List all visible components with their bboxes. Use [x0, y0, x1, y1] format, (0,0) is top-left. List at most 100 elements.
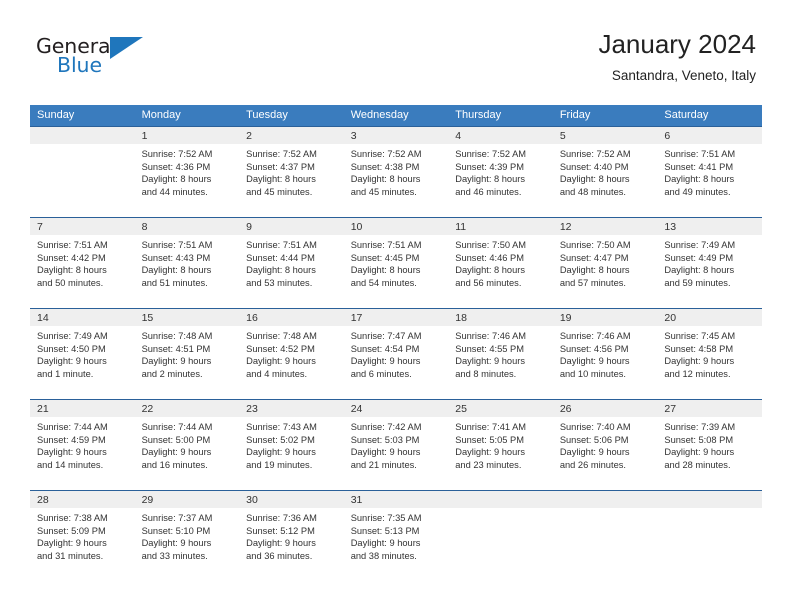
day-detail-line: Sunrise: 7:51 AM [664, 149, 736, 159]
calendar-day-cell[interactable]: 31 Sunrise: 7:35 AM Sunset: 5:13 PM Dayligh… [343, 490, 449, 581]
calendar-day-cell[interactable]: 16 Sunrise: 7:48 AM Sunset: 4:52 PM Dayligh… [239, 308, 344, 400]
day-detail-line: Daylight: 9 hours [246, 538, 316, 549]
page-title: January 2024 [598, 29, 756, 59]
day-detail-line: and 4 minutes. [246, 368, 308, 379]
day-details: Sunrise: 7:47 AM Sunset: 4:54 PM Daylight:… [344, 326, 449, 380]
day-detail-line: Daylight: 8 hours [559, 265, 630, 276]
day-details: Sunrise: 7:41 AM Sunset: 5:05 PM Daylight:… [448, 417, 553, 471]
calendar-day-cell[interactable]: 15 Sunrise: 7:48 AM Sunset: 4:51 PM Dayligh… [134, 308, 240, 400]
day-details: Sunrise: 7:50 AM Sunset: 4:47 PM Daylight:… [553, 235, 658, 289]
day-details [30, 144, 135, 148]
calendar-day-cell[interactable]: 28 Sunrise: 7:38 AM Sunset: 5:09 PM Dayligh… [30, 490, 135, 581]
page-header: General Blue January 2024 Santandra, Ven… [0, 0, 792, 100]
calendar-day-cell[interactable]: 7 Sunrise: 7:51 AM Sunset: 4:42 PM Daylight… [30, 217, 135, 309]
day-details: Sunrise: 7:51 AM Sunset: 4:44 PM Daylight:… [239, 235, 344, 289]
calendar-day-cell[interactable]: 21 Sunrise: 7:44 AM Sunset: 4:59 PM Dayligh… [30, 399, 135, 491]
day-detail-line: Daylight: 9 hours [246, 447, 316, 458]
calendar-body: 1 Sunrise: 7:52 AM Sunset: 4:36 PM Daylight… [30, 126, 762, 581]
calendar-grid: Sunday Monday Tuesday Wednesday Thursday… [30, 105, 762, 581]
day-detail-line: Daylight: 9 hours [37, 538, 107, 549]
calendar-day-cell[interactable]: 24 Sunrise: 7:42 AM Sunset: 5:03 PM Dayligh… [343, 399, 449, 491]
calendar-day-cell[interactable]: 17 Sunrise: 7:47 AM Sunset: 4:54 PM Dayligh… [343, 308, 449, 400]
day-detail-line: Sunset: 4:44 PM [246, 252, 315, 263]
day-number: 14 [30, 309, 135, 326]
day-number: 15 [134, 309, 240, 326]
day-number: 12 [552, 218, 658, 235]
day-number: 22 [134, 400, 240, 417]
day-details: Sunrise: 7:45 AM Sunset: 4:58 PM Daylight:… [657, 326, 762, 380]
day-detail-line: Daylight: 8 hours [455, 174, 526, 185]
day-detail-line: and 12 minutes. [664, 368, 731, 379]
day-detail-line: and 49 minutes. [664, 186, 731, 197]
calendar-day-cell[interactable]: 19 Sunrise: 7:46 AM Sunset: 4:56 PM Dayligh… [552, 308, 658, 400]
weekday-header-sunday: Sunday [30, 105, 135, 127]
day-detail-line: Daylight: 9 hours [37, 447, 107, 458]
calendar-week-row: 14 Sunrise: 7:49 AM Sunset: 4:50 PM Dayligh… [30, 308, 762, 400]
calendar-day-cell[interactable]: 25 Sunrise: 7:41 AM Sunset: 5:05 PM Dayligh… [448, 399, 553, 491]
day-number: 21 [30, 400, 135, 417]
day-detail-line: Sunset: 4:56 PM [559, 343, 629, 354]
day-detail-line: Daylight: 8 hours [664, 174, 735, 185]
day-number: 17 [343, 309, 449, 326]
calendar-day-cell[interactable]: 12 Sunrise: 7:50 AM Sunset: 4:47 PM Dayligh… [552, 217, 658, 309]
calendar-day-cell[interactable]: 9 Sunrise: 7:51 AM Sunset: 4:44 PM Daylight… [239, 217, 344, 309]
calendar-day-cell[interactable]: 4 Sunrise: 7:52 AM Sunset: 4:39 PM Daylight… [448, 126, 553, 218]
calendar-day-cell[interactable]: 27 Sunrise: 7:39 AM Sunset: 5:08 PM Dayligh… [657, 399, 762, 491]
calendar-day-cell[interactable]: 5 Sunrise: 7:52 AM Sunset: 4:40 PM Daylight… [552, 126, 658, 218]
calendar-day-cell[interactable]: 1 Sunrise: 7:52 AM Sunset: 4:36 PM Daylight… [134, 126, 240, 218]
calendar-day-cell[interactable]: 3 Sunrise: 7:52 AM Sunset: 4:38 PM Daylight… [343, 126, 449, 218]
weekday-header-monday: Monday [134, 105, 240, 127]
day-detail-line: Daylight: 9 hours [141, 356, 212, 367]
calendar-day-cell[interactable]: 10 Sunrise: 7:51 AM Sunset: 4:45 PM Dayligh… [343, 217, 449, 309]
day-detail-line: and 46 minutes. [455, 186, 522, 197]
day-number: 18 [448, 309, 553, 326]
day-details [553, 508, 658, 512]
day-number: 27 [657, 400, 762, 417]
calendar-day-cell[interactable]: 26 Sunrise: 7:40 AM Sunset: 5:06 PM Dayligh… [552, 399, 658, 491]
day-detail-line: and 23 minutes. [455, 459, 522, 470]
day-detail-line: Sunrise: 7:48 AM [141, 331, 213, 341]
day-detail-line: Sunset: 4:38 PM [350, 161, 420, 172]
day-number: 24 [343, 400, 449, 417]
day-detail-line: Sunrise: 7:40 AM [559, 422, 631, 432]
day-number: 25 [448, 400, 553, 417]
calendar-day-cell[interactable]: 11 Sunrise: 7:50 AM Sunset: 4:46 PM Dayligh… [448, 217, 553, 309]
day-number [657, 491, 762, 508]
page-subtitle: Santandra, Veneto, Italy [611, 68, 756, 83]
day-detail-line: Sunrise: 7:37 AM [141, 513, 213, 523]
day-number: 28 [30, 491, 135, 508]
calendar-day-cell[interactable]: 20 Sunrise: 7:45 AM Sunset: 4:58 PM Dayligh… [657, 308, 762, 400]
day-detail-line: Daylight: 9 hours [455, 447, 526, 458]
day-detail-line: Sunrise: 7:41 AM [455, 422, 527, 432]
calendar-day-cell[interactable]: 14 Sunrise: 7:49 AM Sunset: 4:50 PM Dayligh… [30, 308, 135, 400]
day-detail-line: Sunrise: 7:51 AM [141, 240, 213, 250]
day-details: Sunrise: 7:52 AM Sunset: 4:38 PM Daylight:… [344, 144, 449, 198]
general-blue-logo[interactable]: General Blue [36, 34, 146, 82]
calendar-day-cell[interactable]: 29 Sunrise: 7:37 AM Sunset: 5:10 PM Dayligh… [134, 490, 240, 581]
day-detail-line: Sunset: 4:51 PM [141, 343, 211, 354]
day-details: Sunrise: 7:42 AM Sunset: 5:03 PM Daylight:… [344, 417, 449, 471]
calendar-day-cell[interactable]: 13 Sunrise: 7:49 AM Sunset: 4:49 PM Dayligh… [657, 217, 762, 309]
day-detail-line: Sunrise: 7:52 AM [455, 149, 527, 159]
calendar-day-cell[interactable]: 22 Sunrise: 7:44 AM Sunset: 5:00 PM Dayligh… [134, 399, 240, 491]
day-number [552, 491, 658, 508]
day-details: Sunrise: 7:37 AM Sunset: 5:10 PM Daylight:… [135, 508, 240, 562]
day-number: 4 [448, 127, 553, 144]
calendar-day-cell[interactable]: 18 Sunrise: 7:46 AM Sunset: 4:55 PM Dayligh… [448, 308, 553, 400]
day-detail-line: and 16 minutes. [141, 459, 208, 470]
calendar-day-cell[interactable]: 30 Sunrise: 7:36 AM Sunset: 5:12 PM Dayligh… [239, 490, 344, 581]
day-number: 9 [239, 218, 344, 235]
day-number: 10 [343, 218, 449, 235]
day-details: Sunrise: 7:43 AM Sunset: 5:02 PM Daylight:… [239, 417, 344, 471]
day-details: Sunrise: 7:51 AM Sunset: 4:43 PM Daylight:… [135, 235, 240, 289]
calendar-day-cell[interactable]: 6 Sunrise: 7:51 AM Sunset: 4:41 PM Daylight… [657, 126, 762, 218]
day-detail-line: and 1 minute. [37, 368, 94, 379]
day-detail-line: Sunrise: 7:43 AM [246, 422, 317, 432]
day-number: 8 [134, 218, 240, 235]
calendar-day-cell[interactable]: 8 Sunrise: 7:51 AM Sunset: 4:43 PM Daylight… [134, 217, 240, 309]
day-details: Sunrise: 7:44 AM Sunset: 4:59 PM Daylight:… [30, 417, 135, 471]
calendar-day-cell[interactable]: 23 Sunrise: 7:43 AM Sunset: 5:02 PM Dayligh… [239, 399, 344, 491]
day-detail-line: Sunrise: 7:39 AM [664, 422, 736, 432]
calendar-day-cell[interactable]: 2 Sunrise: 7:52 AM Sunset: 4:37 PM Daylight… [239, 126, 344, 218]
day-detail-line: Sunset: 4:47 PM [559, 252, 629, 263]
